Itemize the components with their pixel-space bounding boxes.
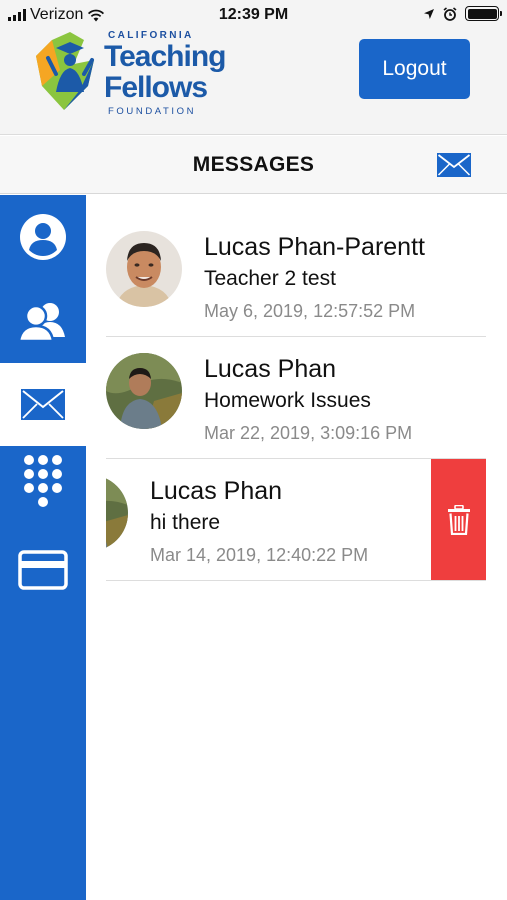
list-item[interactable]: Lucas Phan-Parentt Teacher 2 test May 6,… (106, 215, 486, 337)
avatar (106, 231, 182, 307)
avatar (106, 475, 128, 551)
message-sender: Lucas Phan (150, 477, 283, 505)
list-item[interactable]: Lucas Phan Homework Issues Mar 22, 2019,… (106, 337, 486, 459)
message-date: Mar 22, 2019, 3:09:16 PM (204, 423, 413, 443)
sidebar-item-dialpad[interactable] (0, 446, 86, 528)
delete-button[interactable] (431, 459, 486, 580)
message-date: May 6, 2019, 12:57:52 PM (204, 301, 416, 321)
list-item[interactable]: Lucas Phan hi there Mar 14, 2019, 12:40:… (106, 459, 486, 581)
message-list: Lucas Phan-Parentt Teacher 2 test May 6,… (106, 215, 486, 581)
sidebar (0, 195, 86, 900)
profile-icon (20, 214, 66, 260)
sidebar-item-groups[interactable] (0, 279, 86, 363)
logo-graduate-icon (36, 32, 94, 110)
sidebar-item-profile[interactable] (0, 195, 86, 279)
message-subject: Homework Issues (204, 389, 371, 412)
envelope-icon[interactable] (437, 153, 471, 177)
sidebar-item-payment[interactable] (0, 528, 86, 612)
logo-line-fellows: Fellows (104, 71, 208, 104)
status-right (423, 6, 502, 21)
logo-line-foundation: FOUNDATION (108, 106, 197, 117)
envelope-icon (21, 389, 65, 420)
message-subject: hi there (150, 511, 221, 534)
message-content[interactable]: Lucas Phan Homework Issues Mar 22, 2019,… (106, 337, 486, 458)
alarm-icon (443, 6, 457, 21)
avatar (106, 353, 182, 429)
card-icon (18, 550, 68, 590)
message-sender: Lucas Phan-Parentt (204, 233, 425, 261)
status-bar: Verizon 12:39 PM (0, 0, 507, 30)
app-header: CALIFORNIA Teaching Fellows FOUNDATION L… (0, 30, 507, 135)
message-date: Mar 14, 2019, 12:40:22 PM (150, 545, 369, 565)
message-content[interactable]: Lucas Phan-Parentt Teacher 2 test May 6,… (106, 215, 486, 336)
message-content[interactable]: Lucas Phan hi there Mar 14, 2019, 12:40:… (106, 459, 432, 580)
logout-button[interactable]: Logout (359, 39, 470, 99)
message-sender: Lucas Phan (204, 355, 337, 383)
title-bar: MESSAGES (0, 136, 507, 194)
battery-icon (465, 6, 502, 21)
sidebar-item-messages[interactable] (0, 363, 86, 446)
group-icon (17, 303, 65, 343)
app-screen: Verizon 12:39 PM CALIFORNIA Teaching Fel… (0, 0, 507, 900)
page-title: MESSAGES (192, 153, 315, 176)
trash-icon (447, 504, 470, 535)
logo-line-teaching: Teaching (104, 40, 226, 73)
message-subject: Teacher 2 test (204, 267, 336, 290)
logo: CALIFORNIA Teaching Fellows FOUNDATION (34, 30, 234, 122)
location-arrow-icon (424, 8, 434, 19)
keypad-icon (24, 455, 62, 507)
